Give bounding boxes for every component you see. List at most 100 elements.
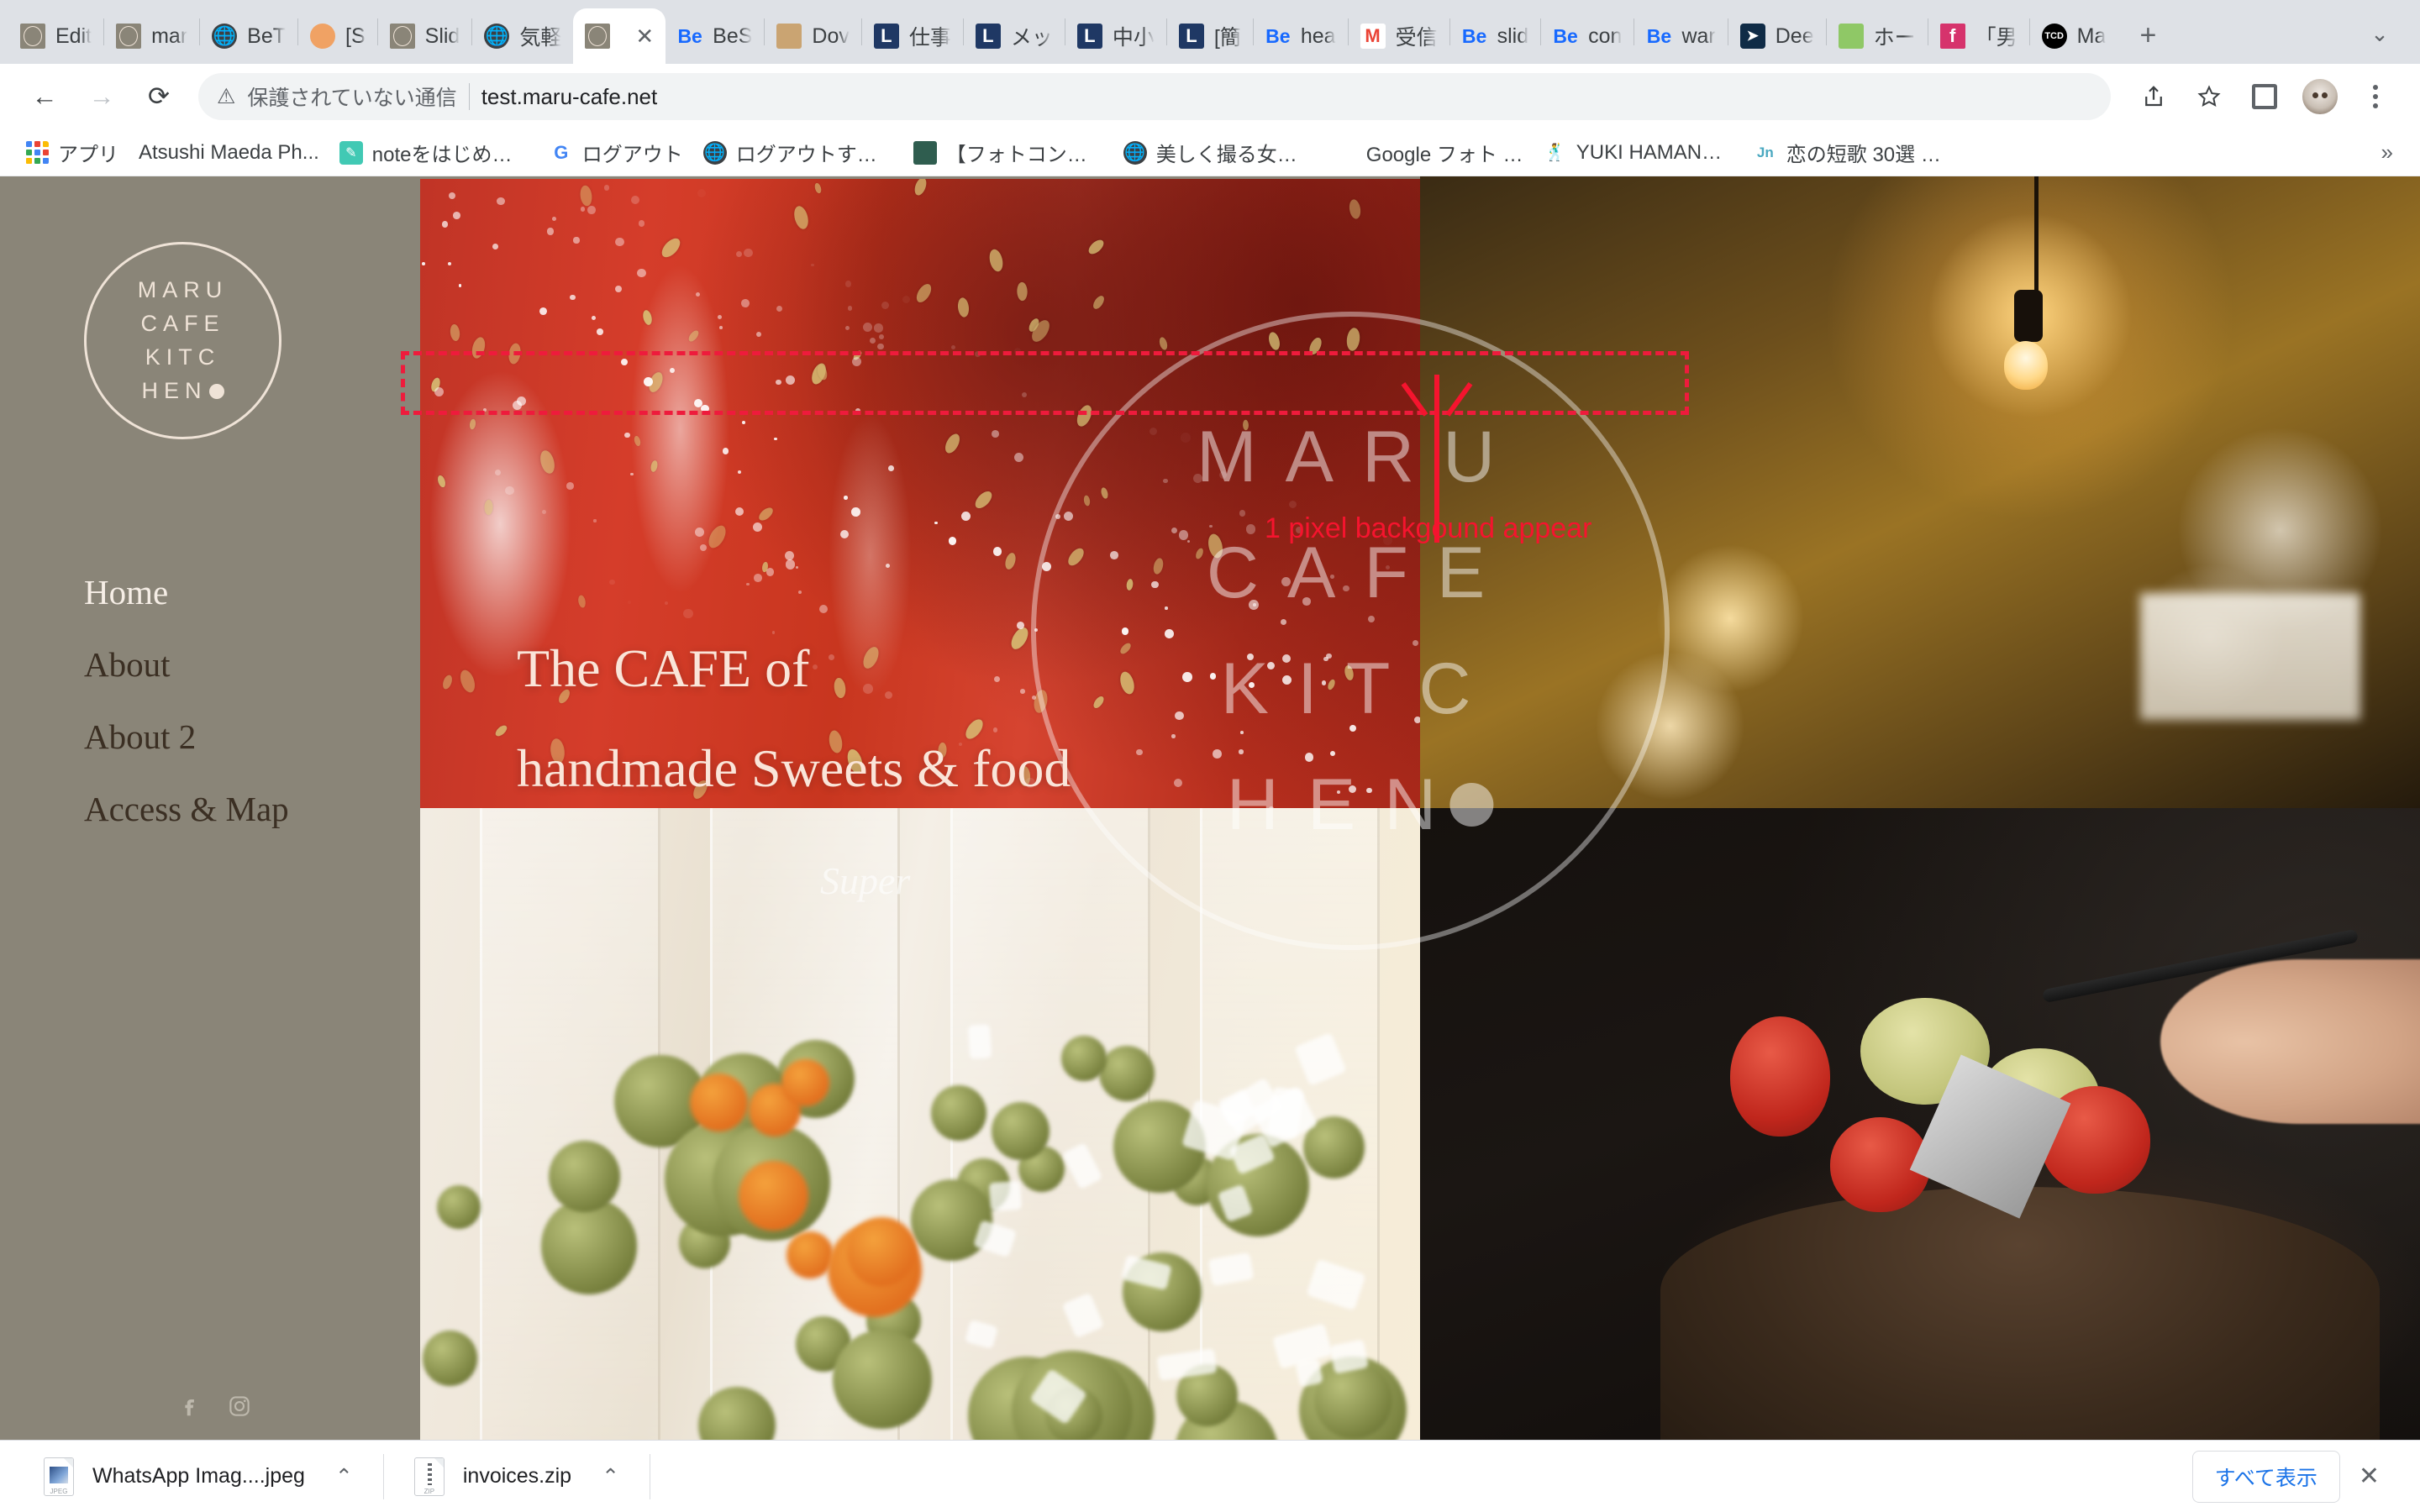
- site-logo[interactable]: MARU CAFE KITC HEN: [84, 242, 281, 439]
- forward-button[interactable]: →: [76, 71, 128, 123]
- download-menu-chevron-icon[interactable]: ⌃: [335, 1464, 353, 1489]
- browser-window: Edit mar 🌐 BeT [S Slid 🌐 気軽 ✕ Be BeS Dov L 仕事 L メッ L 中小 L […: [0, 0, 2420, 1512]
- back-button[interactable]: ←: [18, 71, 71, 123]
- ice-cube: [988, 1180, 1022, 1212]
- browser-tab[interactable]: ➤ Dee: [1728, 8, 1826, 64]
- instagram-icon[interactable]: [227, 1394, 252, 1419]
- drink-fruit: [738, 1160, 808, 1231]
- nav-item-about[interactable]: About: [84, 645, 420, 684]
- browser-tab[interactable]: M 受信: [1349, 8, 1449, 64]
- grid-image-fruit-drinks[interactable]: Super: [420, 808, 1420, 1440]
- reload-button[interactable]: ⟳: [133, 71, 185, 123]
- logo-line: KITC: [145, 344, 221, 370]
- browser-tab[interactable]: Slid: [378, 8, 472, 64]
- browser-tab[interactable]: L 中小: [1065, 8, 1166, 64]
- behance-icon: Be: [1646, 24, 1672, 47]
- kebab-menu-icon[interactable]: [2349, 71, 2402, 123]
- bookmark-item[interactable]: Atsushi Maeda Ph...: [129, 136, 329, 170]
- facebook-icon[interactable]: [176, 1394, 202, 1419]
- tab-title: メッ: [1010, 26, 1053, 50]
- browser-tab[interactable]: L メッ: [964, 8, 1065, 64]
- share-icon[interactable]: [2128, 71, 2180, 123]
- nav-item-access-map[interactable]: Access & Map: [84, 790, 420, 828]
- side-panel-icon[interactable]: [2238, 71, 2291, 123]
- ice-cube: [967, 1024, 992, 1059]
- maru-logo-icon: [585, 24, 611, 49]
- bookmark-item[interactable]: 🌐 美しく撮る女性ポー...: [1113, 133, 1323, 172]
- download-file-name: invoices.zip: [462, 1464, 572, 1488]
- globe-icon: 🌐: [212, 24, 238, 49]
- tab-title: hea: [1300, 24, 1336, 48]
- nav-item-about-2[interactable]: About 2: [84, 718, 420, 756]
- browser-tab[interactable]: f 「男: [1928, 8, 2029, 64]
- bookmark-item[interactable]: 🕺 YUKI HAMANAKA...: [1534, 136, 1744, 170]
- grid-image-pendant-lamps[interactable]: [1420, 176, 2420, 808]
- browser-tab[interactable]: L [簡: [1167, 8, 1253, 64]
- social-links: [176, 1394, 252, 1419]
- nav-item-home[interactable]: Home: [84, 573, 420, 612]
- tab-title: [S: [345, 24, 366, 48]
- bookmark-label: YUKI HAMANAKA...: [1576, 140, 1733, 164]
- deepl-icon: ➤: [1739, 24, 1765, 49]
- new-tab-button[interactable]: +: [2124, 12, 2171, 59]
- drink-fruit: [992, 1102, 1050, 1160]
- site-navigation: Home About About 2 Access & Map: [84, 573, 420, 828]
- close-tab-icon[interactable]: ✕: [635, 24, 654, 50]
- warning-triangle-icon[interactable]: ⚠: [217, 86, 235, 108]
- bookmarks-bar: アプリ Atsushi Maeda Ph... ✎ noteをはじめました... G ログ…: [0, 129, 2420, 176]
- bookmark-item[interactable]: アプリ: [15, 133, 129, 172]
- browser-tab[interactable]: ホー: [1827, 8, 1928, 64]
- browser-tab[interactable]: TCD Ma: [2030, 8, 2118, 64]
- avatar[interactable]: [2294, 71, 2346, 123]
- tab-title: BeT: [247, 24, 287, 48]
- browser-tab[interactable]: Be hea: [1254, 8, 1348, 64]
- logo-line-with-dot: HEN: [141, 380, 224, 402]
- drink-fruit: [1313, 1361, 1392, 1440]
- browser-tab[interactable]: 🌐 気軽: [472, 8, 573, 64]
- tab-title: con: [1588, 24, 1623, 48]
- tab-search-chevron-down-icon[interactable]: ⌄: [2356, 10, 2403, 57]
- bookmark-label: noteをはじめました...: [371, 144, 529, 166]
- bookmark-item[interactable]: ✸ Google フォト - 思...: [1323, 133, 1534, 172]
- gmail-icon: M: [1360, 24, 1386, 49]
- tab-title: slid: [1497, 24, 1529, 48]
- download-item-zip[interactable]: ZIP invoices.zip ⌃: [392, 1452, 641, 1502]
- jin-icon: Jn: [1753, 140, 1777, 165]
- browser-tab[interactable]: Be slid: [1450, 8, 1541, 64]
- hero-headline: The CAFE of handmade Sweets & food: [517, 630, 1071, 808]
- bookmark-item[interactable]: 【フォトコンテスト...: [903, 133, 1113, 172]
- browser-tab[interactable]: mar: [104, 8, 199, 64]
- browser-toolbar: ← → ⟳ ⚠ 保護されていない通信 test.maru-cafe.net: [0, 64, 2420, 129]
- bookmark-item[interactable]: ✎ noteをはじめました...: [329, 133, 539, 172]
- show-all-downloads-button[interactable]: すべて表示: [2191, 1450, 2340, 1503]
- globe-icon: 🌐: [702, 140, 727, 165]
- toolbar-right-actions: [2128, 71, 2402, 123]
- drink-fruit: [1098, 1046, 1155, 1102]
- close-downloads-bar-button[interactable]: ✕: [2340, 1462, 2398, 1491]
- browser-tab[interactable]: Be BeS: [666, 8, 764, 64]
- drink-fruit: [930, 1084, 987, 1142]
- browser-tab[interactable]: Dov: [765, 8, 860, 64]
- bookmarks-overflow-button[interactable]: »: [2370, 139, 2405, 165]
- browser-tab[interactable]: 🌐 BeT: [200, 8, 297, 64]
- tab-title: Edit: [55, 24, 92, 48]
- browser-tab[interactable]: Edit: [8, 8, 103, 64]
- grid-image-chocolate-cake[interactable]: [1420, 808, 2420, 1440]
- bookmark-item[interactable]: G ログアウト: [539, 133, 693, 172]
- line-icon: L: [873, 24, 899, 49]
- bookmark-star-icon[interactable]: [2183, 71, 2235, 123]
- drink-fruit: [910, 1179, 992, 1262]
- bookmark-item[interactable]: Jn 恋の短歌 30選 【...: [1744, 133, 1954, 172]
- download-item-jpeg[interactable]: JPEG WhatsApp Imag....jpeg ⌃: [22, 1452, 375, 1502]
- browser-tab[interactable]: Be con: [1541, 8, 1634, 64]
- browser-tab[interactable]: ✕: [573, 8, 666, 64]
- download-menu-chevron-icon[interactable]: ⌃: [602, 1464, 619, 1489]
- maru-logo-icon: [116, 24, 142, 49]
- logo-line: CAFE: [140, 311, 225, 336]
- bookmark-item[interactable]: 🌐 ログアウトする（ト...: [693, 133, 903, 172]
- address-bar[interactable]: ⚠ 保護されていない通信 test.maru-cafe.net: [198, 73, 2111, 120]
- browser-tab[interactable]: L 仕事: [862, 8, 963, 64]
- browser-tab[interactable]: Be war: [1634, 8, 1727, 64]
- browser-tab[interactable]: [S: [298, 8, 377, 64]
- url-text: test.maru-cafe.net: [481, 83, 658, 109]
